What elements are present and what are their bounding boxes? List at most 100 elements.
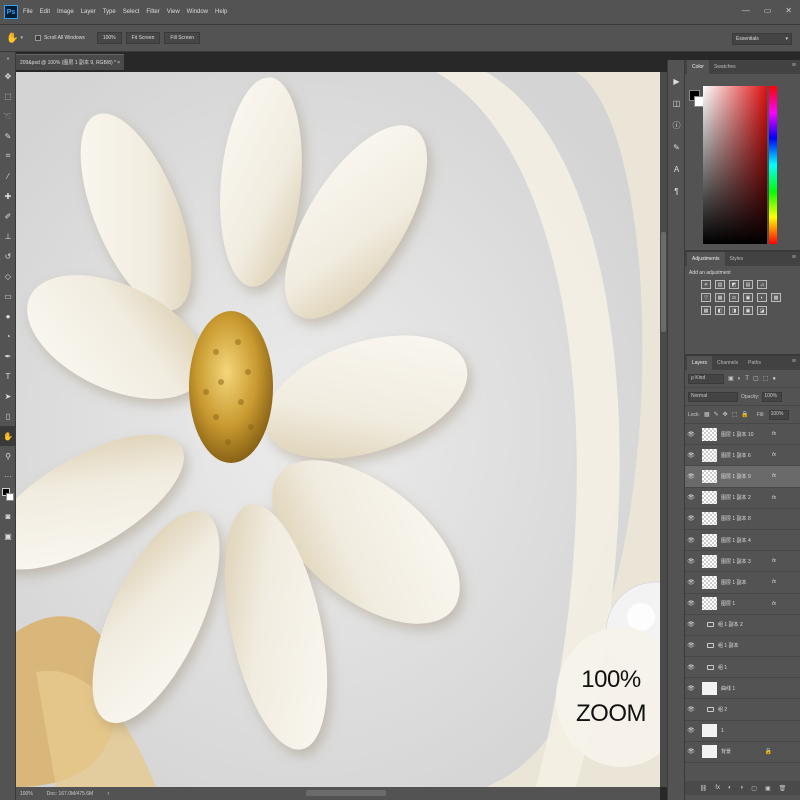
visibility-eye-icon[interactable]: 👁 (685, 431, 697, 438)
filter-pixel-icon[interactable]: ▣ (728, 375, 734, 382)
visibility-eye-icon[interactable]: 👁 (685, 537, 697, 544)
eyedropper-tool-icon[interactable]: ⁄ (0, 166, 16, 186)
layer-row[interactable]: 👁 组 1 副本 (685, 636, 800, 658)
blend-mode-select[interactable]: Normal (688, 391, 738, 402)
layer-style-icon[interactable]: fx (715, 785, 720, 791)
layer-row[interactable]: 👁 图层 1 副本 6 fx (685, 445, 800, 467)
visibility-eye-icon[interactable]: 👁 (685, 600, 697, 607)
minimize-icon[interactable]: — (742, 6, 750, 15)
brightness-icon[interactable]: ☀ (701, 280, 711, 289)
tab-color[interactable]: Color (687, 60, 709, 74)
tab-adjustments[interactable]: Adjustments (687, 252, 725, 266)
color-lookup-icon[interactable]: ▩ (771, 293, 781, 302)
menu-window[interactable]: Window (187, 9, 208, 15)
fill-input[interactable]: 100% (768, 409, 789, 420)
filter-smart-icon[interactable]: ⬚ (763, 375, 769, 382)
menu-view[interactable]: View (167, 9, 180, 15)
vertical-scrollbar-thumb[interactable] (661, 232, 666, 332)
filter-toggle-icon[interactable]: ● (772, 376, 776, 382)
visibility-eye-icon[interactable]: 👁 (685, 664, 697, 671)
lasso-tool-icon[interactable]: ➰ (0, 106, 16, 126)
layer-fx-icon[interactable]: fx (772, 558, 776, 564)
screen-mode-icon[interactable]: ▣ (0, 526, 16, 546)
menu-image[interactable]: Image (57, 9, 74, 15)
status-arrow-icon[interactable]: › (107, 791, 109, 797)
vertical-scrollbar[interactable] (660, 72, 667, 787)
menu-file[interactable]: File (23, 9, 33, 15)
layer-row[interactable]: 👁 图层 1 副本 8 (685, 509, 800, 530)
blur-tool-icon[interactable]: ● (0, 306, 16, 326)
link-layers-icon[interactable]: ⛓ (700, 785, 708, 792)
fit-screen-button[interactable]: Fit Screen (125, 32, 161, 44)
crop-tool-icon[interactable]: ⌗ (0, 146, 16, 166)
panel-menu-icon[interactable]: ≡ (792, 254, 796, 261)
menu-edit[interactable]: Edit (40, 9, 50, 15)
black-white-icon[interactable]: ⚖ (729, 293, 739, 302)
scroll-all-checkbox[interactable] (34, 35, 41, 41)
menu-layer[interactable]: Layer (81, 9, 96, 15)
layer-row[interactable]: 👁 图层 1 fx (685, 594, 800, 615)
visibility-eye-icon[interactable]: 👁 (685, 685, 697, 692)
gradient-tool-icon[interactable]: ▭ (0, 286, 16, 306)
layer-row[interactable]: 👁 组 2 (685, 699, 800, 721)
document-canvas[interactable]: 100% ZOOM (16, 72, 660, 787)
tab-styles[interactable]: Styles (725, 252, 749, 266)
visibility-eye-icon[interactable]: 👁 (685, 748, 697, 755)
curves-icon[interactable]: ◩ (729, 280, 739, 289)
clone-stamp-tool-icon[interactable]: ⊥ (0, 226, 16, 246)
tab-swatches[interactable]: Swatches (709, 60, 741, 74)
photo-filter-icon[interactable]: ▣ (743, 293, 753, 302)
paragraph-panel-icon[interactable]: ¶ (668, 180, 685, 202)
filter-adjust-icon[interactable]: ◐ (738, 376, 742, 382)
layer-row[interactable]: 👁 图层 1 副本 9 fx (685, 466, 800, 488)
layer-filter-select[interactable]: ρ Kind (688, 373, 724, 384)
character-panel-icon[interactable]: A (668, 158, 685, 180)
rectangle-tool-icon[interactable]: ▯ (0, 406, 16, 426)
new-group-icon[interactable]: ▢ (751, 785, 757, 792)
lock-paint-icon[interactable]: ✎ (714, 411, 719, 418)
layer-row[interactable]: 👁 图层 1 副本 fx (685, 572, 800, 594)
layer-row[interactable]: 👁 组 1 (685, 657, 800, 679)
pen-tool-icon[interactable]: ✒ (0, 346, 16, 366)
close-icon[interactable]: ✕ (785, 6, 792, 15)
visibility-eye-icon[interactable]: 👁 (685, 727, 697, 734)
eraser-tool-icon[interactable]: ◇ (0, 266, 16, 286)
selective-color-icon[interactable]: ▣ (743, 306, 753, 315)
visibility-eye-icon[interactable]: 👁 (685, 558, 697, 565)
filter-type-icon[interactable]: T (745, 376, 749, 382)
tab-layers[interactable]: Layers (687, 356, 713, 370)
dodge-tool-icon[interactable]: ◔ (0, 326, 16, 346)
workspace-select[interactable]: Essentials ▾ (732, 33, 792, 45)
visibility-eye-icon[interactable]: 👁 (685, 452, 697, 459)
lock-artboard-icon[interactable]: ⬚ (732, 411, 738, 418)
maximize-icon[interactable]: ▭ (764, 6, 772, 15)
posterize-icon[interactable]: ◧ (715, 306, 725, 315)
panel-menu-icon[interactable]: ≡ (792, 358, 796, 365)
hand-tool-icon[interactable]: ✋ (6, 33, 18, 44)
layer-row[interactable]: 👁 图层 1 副本 10 fx (685, 424, 800, 446)
visibility-eye-icon[interactable]: 👁 (685, 579, 697, 586)
vibrance-icon[interactable]: ⊿ (757, 280, 767, 289)
filter-shape-icon[interactable]: ▢ (753, 375, 759, 382)
channel-mixer-icon[interactable]: ◐ (757, 293, 767, 302)
layer-fx-icon[interactable]: fx (772, 495, 776, 501)
lock-pixels-icon[interactable]: ▦ (704, 411, 710, 418)
layer-fx-icon[interactable]: fx (772, 601, 776, 607)
history-brush-tool-icon[interactable]: ↺ (0, 246, 16, 266)
quick-select-tool-icon[interactable]: ✎ (0, 126, 16, 146)
opacity-input[interactable]: 100% (762, 391, 783, 402)
menu-type[interactable]: Type (103, 9, 116, 15)
foreground-background-colors[interactable] (0, 486, 16, 506)
layer-fx-icon[interactable]: fx (772, 452, 776, 458)
layer-fx-icon[interactable]: fx (772, 579, 776, 585)
menu-help[interactable]: Help (215, 9, 227, 15)
adjustment-layer-icon[interactable]: ◑ (740, 785, 744, 791)
lock-all-icon[interactable]: 🔒 (741, 411, 748, 418)
visibility-eye-icon[interactable]: 👁 (685, 473, 697, 480)
healing-brush-tool-icon[interactable]: ✚ (0, 186, 16, 206)
lock-move-icon[interactable]: ✥ (723, 411, 728, 418)
layer-row[interactable]: 👁 背景 🔒 (685, 742, 800, 763)
invert-icon[interactable]: ▦ (701, 306, 711, 315)
layer-row[interactable]: 👁 组 1 副本 2 (685, 615, 800, 636)
info-panel-icon[interactable]: ⓘ (668, 114, 685, 136)
